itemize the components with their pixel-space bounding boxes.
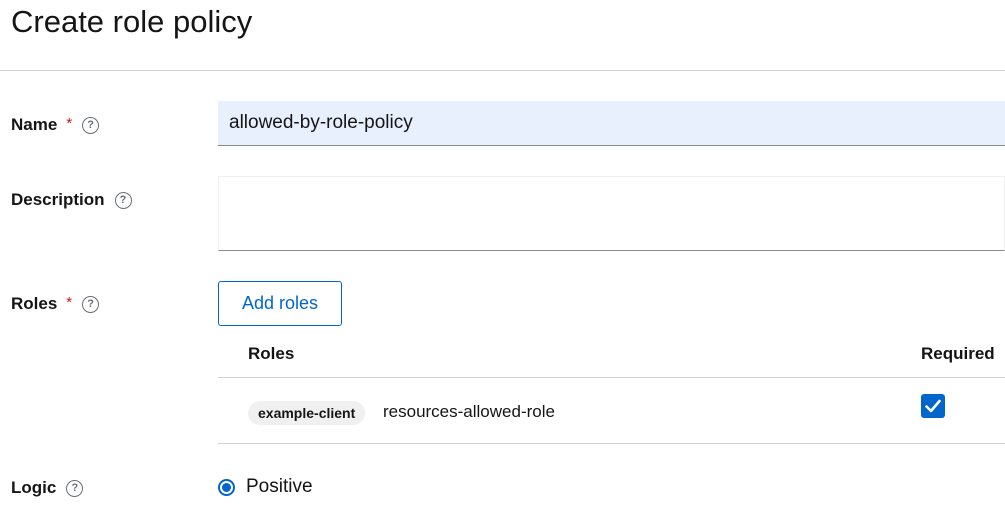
page-title: Create role policy bbox=[11, 4, 253, 39]
required-asterisk: * bbox=[66, 293, 73, 311]
required-checkbox[interactable] bbox=[921, 394, 945, 418]
column-header-roles: Roles bbox=[248, 344, 295, 363]
description-label-group: Description ? bbox=[11, 188, 132, 212]
help-icon[interactable]: ? bbox=[114, 191, 132, 209]
help-icon[interactable]: ? bbox=[66, 479, 84, 497]
client-chip: example-client bbox=[248, 401, 366, 425]
role-name: resources-allowed-role bbox=[383, 402, 555, 421]
help-icon[interactable]: ? bbox=[82, 295, 100, 313]
positive-radio[interactable] bbox=[218, 478, 235, 496]
roles-label-group: Roles * ? bbox=[11, 292, 100, 316]
radio-selected-dot bbox=[222, 482, 231, 492]
table-header-divider bbox=[218, 377, 1005, 378]
positive-radio-label: Positive bbox=[246, 476, 313, 497]
required-asterisk: * bbox=[66, 114, 73, 132]
description-label: Description bbox=[11, 190, 105, 209]
name-input[interactable] bbox=[218, 101, 1005, 146]
name-label-group: Name * ? bbox=[11, 113, 100, 137]
table-row-divider bbox=[218, 443, 1005, 444]
add-roles-button[interactable]: Add roles bbox=[218, 281, 342, 326]
description-textarea[interactable] bbox=[218, 176, 1005, 251]
header-divider bbox=[0, 70, 1005, 71]
logic-label-group: Logic ? bbox=[11, 476, 84, 500]
roles-label: Roles bbox=[11, 294, 58, 313]
help-icon[interactable]: ? bbox=[82, 116, 100, 134]
logic-positive-option[interactable]: Positive bbox=[218, 476, 313, 498]
column-header-required: Required bbox=[921, 344, 995, 363]
name-label: Name bbox=[11, 115, 58, 134]
checkmark-icon bbox=[925, 399, 941, 413]
logic-label: Logic bbox=[11, 478, 57, 497]
